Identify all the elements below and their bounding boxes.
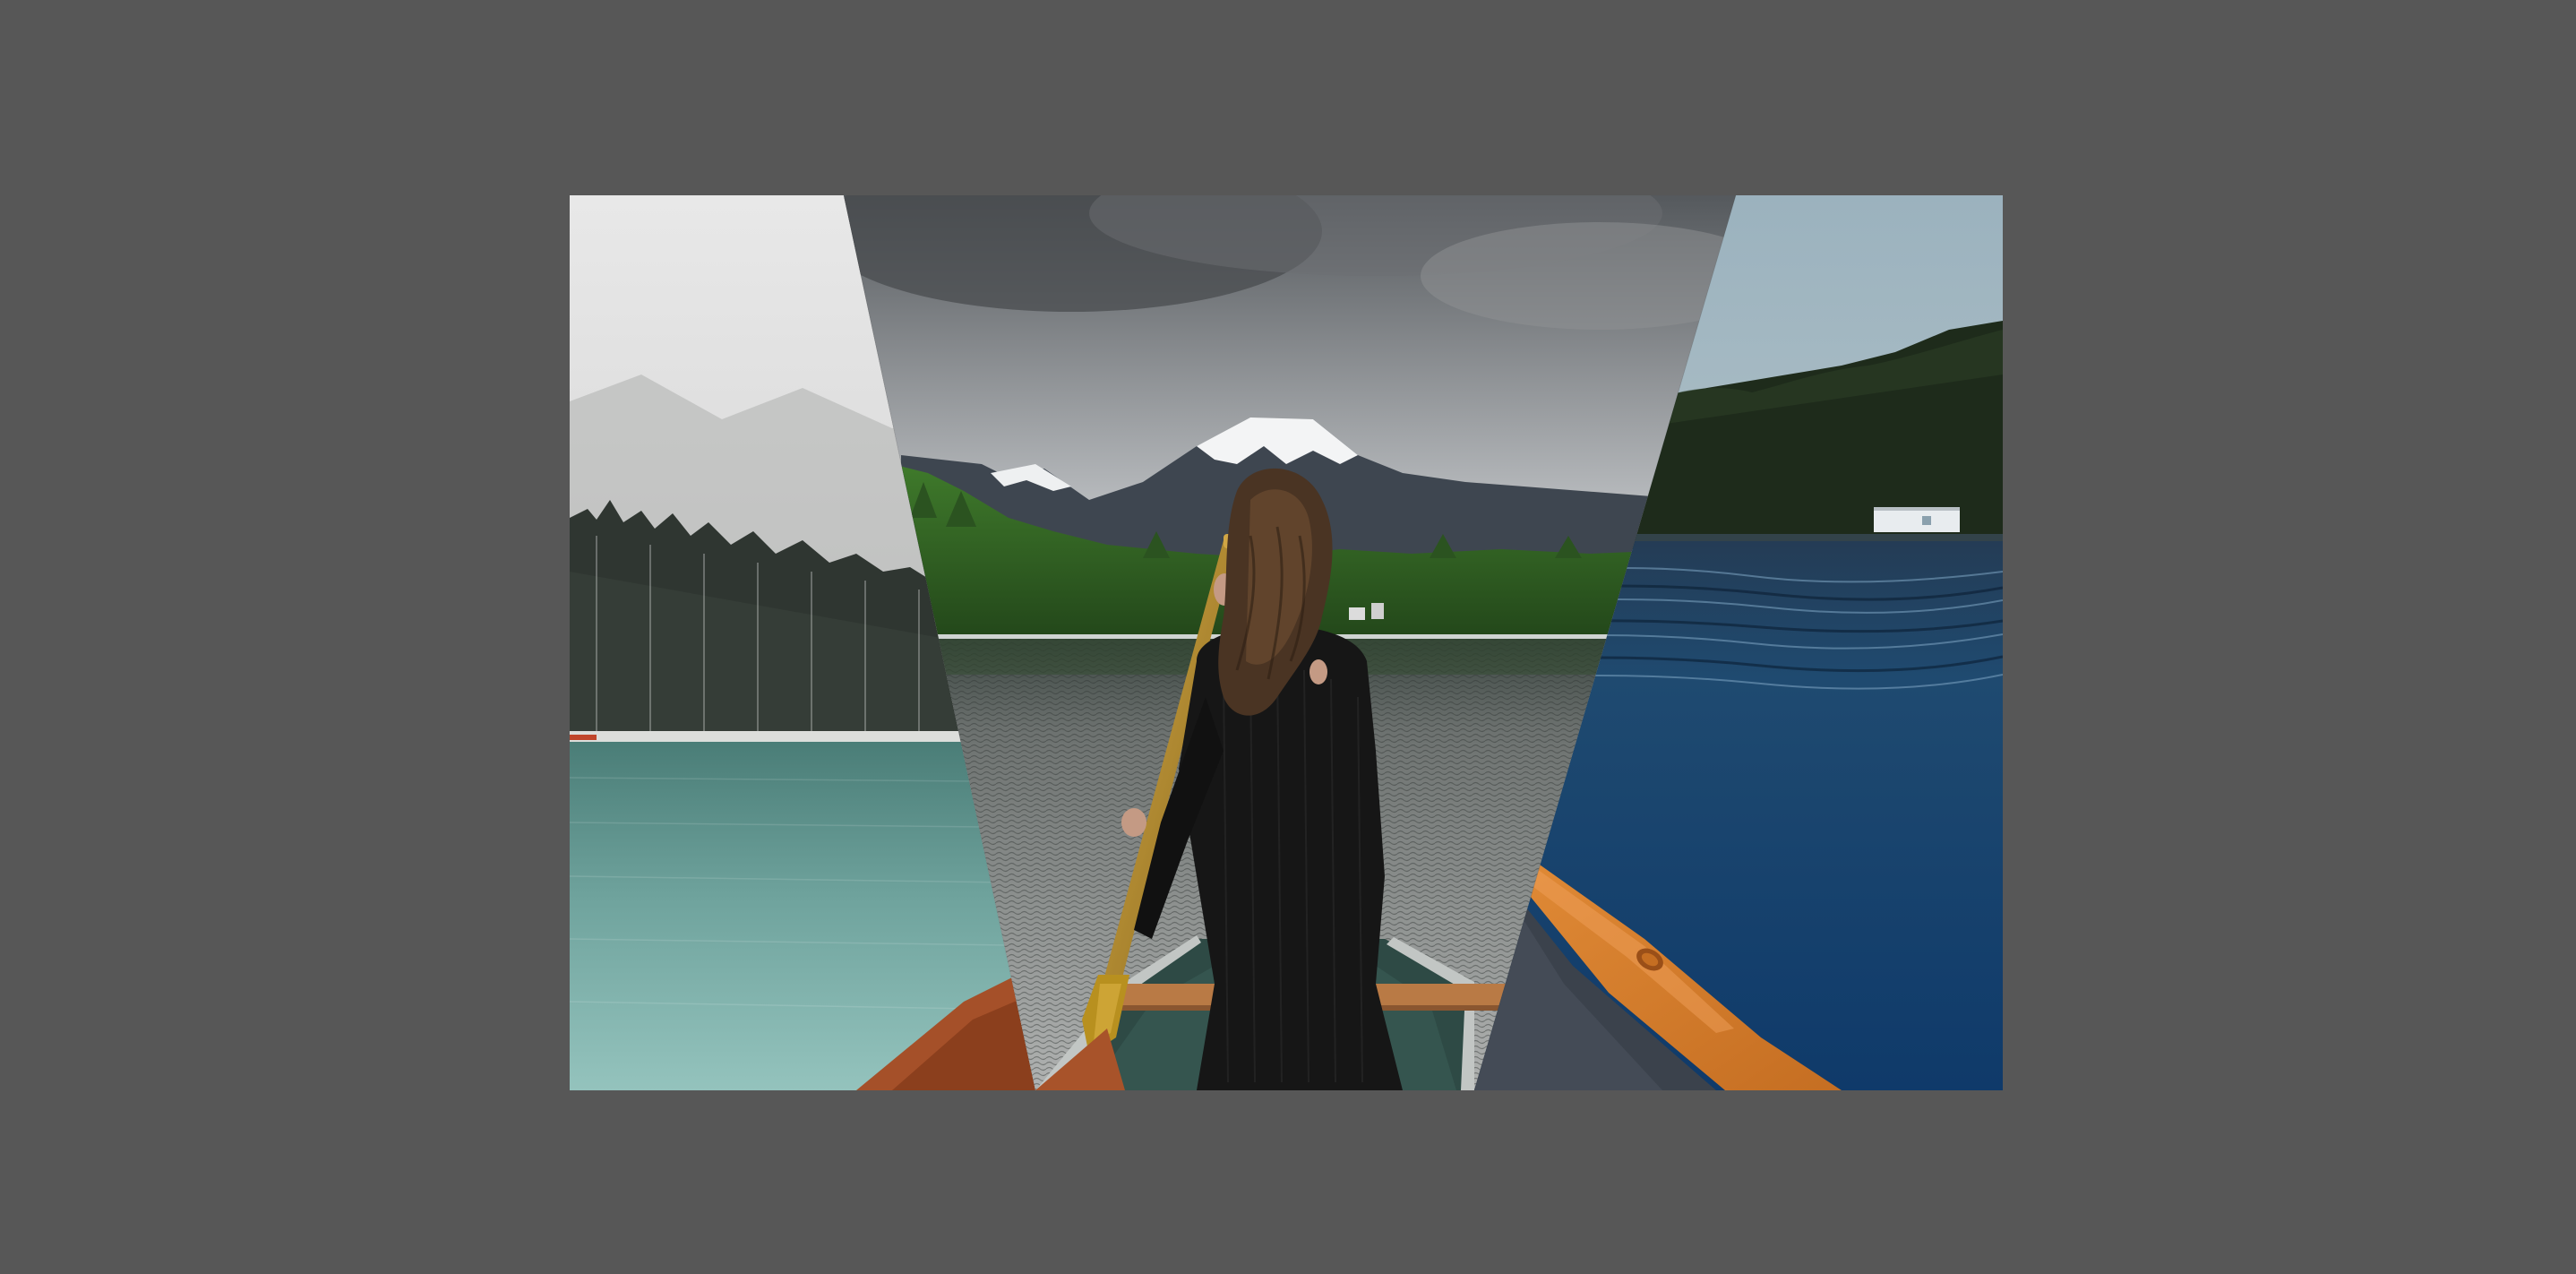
slider-canvas: [570, 195, 2003, 1090]
page-background: [0, 0, 2576, 1274]
image-slider[interactable]: [570, 195, 2003, 1090]
